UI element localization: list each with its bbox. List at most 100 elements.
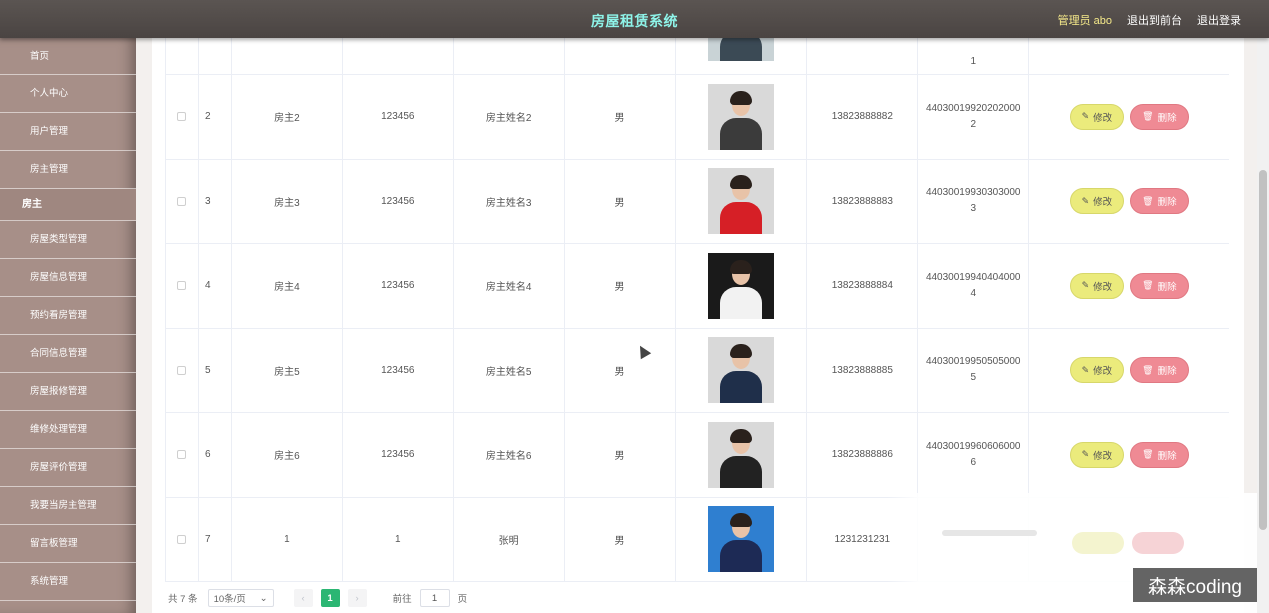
- pagination: 共 7 条 10条/页 ⌄ ‹ 1 › 前往 1 页: [168, 589, 467, 607]
- row-index: 3: [199, 159, 232, 243]
- sidebar-item-viewings[interactable]: 预约看房管理: [0, 297, 136, 335]
- delete-button[interactable]: 🗑 删除: [1130, 272, 1189, 299]
- sidebar-item-contracts[interactable]: 合同信息管理: [0, 335, 136, 373]
- row-checkbox[interactable]: [177, 365, 187, 375]
- cell-name: 房主姓名3: [454, 159, 565, 243]
- edit-button[interactable]: ✎ 修改: [1069, 103, 1125, 130]
- cell-actions: ✎ 修改 🗑 删除: [1029, 244, 1229, 328]
- row-index: 2: [199, 75, 232, 159]
- delete-label: 删除: [1157, 450, 1177, 462]
- chevron-down-icon: ⌄: [259, 592, 268, 604]
- cell-password: 123456: [343, 413, 454, 497]
- delete-label: 删除: [1157, 112, 1177, 124]
- sidebar-item-home[interactable]: 首页: [0, 38, 136, 75]
- front-link[interactable]: 退出到前台: [1127, 12, 1182, 28]
- sidebar-item-repair-reports[interactable]: 房屋报修管理: [0, 373, 136, 411]
- cell-sex: 男: [565, 244, 676, 328]
- edit-button[interactable]: ✎ 修改: [1069, 357, 1125, 384]
- cell-name: 房主姓名2: [454, 75, 565, 159]
- edit-label: 修改: [1093, 197, 1113, 209]
- cell-idcard: 440300199303030003: [918, 159, 1030, 243]
- sidebar-group-landlord[interactable]: 房主: [0, 189, 136, 221]
- row-checkbox[interactable]: [177, 112, 187, 122]
- page-number-button[interactable]: 1: [320, 589, 340, 607]
- row-check-cell: [166, 159, 199, 243]
- row-checkbox[interactable]: [177, 534, 187, 544]
- cell-phone: 13823888884: [807, 244, 919, 328]
- goto-label: 前往: [392, 594, 412, 605]
- delete-button[interactable]: 🗑 删除: [1130, 188, 1189, 215]
- cell-sex: 男: [565, 413, 676, 497]
- avatar-photo: [707, 337, 774, 404]
- table-row: 4 房主4 123456 房主姓名4 男 13823888884 4403001994040…: [166, 244, 1229, 329]
- cell-account: 房主4: [232, 244, 343, 328]
- edit-button[interactable]: ✎ 修改: [1069, 441, 1125, 468]
- row-index: 6: [199, 413, 232, 497]
- sidebar-item-landlords[interactable]: 房主管理: [0, 151, 136, 189]
- cell-actions: ✎ 修改 🗑 删除: [1029, 160, 1229, 244]
- scrollbar-thumb[interactable]: [1259, 170, 1267, 530]
- edit-button[interactable]: ✎ 修改: [1069, 272, 1125, 299]
- edit-button[interactable]: ✎ 修改: [1069, 188, 1125, 215]
- avatar-photo: [707, 83, 774, 150]
- cell-sex: 男: [565, 75, 676, 159]
- sidebar-item-message-board[interactable]: 留言板管理: [0, 525, 136, 563]
- sidebar-item-system[interactable]: 系统管理: [0, 563, 136, 601]
- sidebar: 首页 个人中心 用户管理 房主管理 房主 房屋类型管理 房屋信息管理 预约看房管…: [0, 38, 136, 613]
- sidebar-item-users[interactable]: 用户管理: [0, 113, 136, 151]
- goto-page-input[interactable]: 1: [419, 589, 450, 607]
- blurred-text: [942, 530, 1037, 536]
- cell-photo: [676, 159, 808, 243]
- trash-icon: 🗑: [1142, 449, 1154, 460]
- row-check-cell: [166, 413, 199, 497]
- cell-name: 张明: [454, 497, 565, 581]
- trash-icon: 🗑: [1142, 364, 1154, 375]
- cell-sex: 男: [565, 497, 676, 581]
- delete-button[interactable]: 🗑 删除: [1130, 357, 1189, 384]
- sidebar-item-repair-handling[interactable]: 维修处理管理: [0, 411, 136, 449]
- row-index: 7: [199, 497, 232, 581]
- page-suffix: 页: [457, 594, 468, 605]
- cell-name: 房主姓名4: [454, 244, 565, 328]
- row-checkbox[interactable]: [177, 281, 187, 291]
- row-index: 5: [199, 328, 232, 412]
- delete-button[interactable]: 🗑 删除: [1130, 441, 1189, 468]
- delete-button[interactable]: 🗑 删除: [1130, 103, 1189, 130]
- cell-actions: ✎ 修改 🗑 删除: [1029, 413, 1229, 497]
- page-size-select[interactable]: 10条/页 ⌄: [207, 589, 274, 607]
- row-checkbox[interactable]: [177, 450, 187, 460]
- cell-idcard: 440300199202020002: [918, 75, 1030, 159]
- table-row: 6 房主6 123456 房主姓名6 男 13823888886 4403001996060…: [166, 413, 1229, 498]
- logout-link[interactable]: 退出登录: [1197, 12, 1241, 28]
- cell-password: 123456: [343, 244, 454, 328]
- cell-idcard: 440300199404040004: [918, 244, 1030, 328]
- cell-sex: 男: [565, 159, 676, 243]
- scrollbar[interactable]: [1257, 38, 1269, 613]
- row-check-cell: [166, 328, 199, 412]
- total-count: 共 7 条: [168, 594, 198, 605]
- sidebar-item-profile[interactable]: 个人中心: [0, 75, 136, 113]
- cell-actions: ✎ 修改 🗑 删除: [1029, 75, 1229, 159]
- edit-icon: ✎: [1081, 364, 1090, 375]
- edit-icon: ✎: [1081, 111, 1090, 122]
- sidebar-item-reviews[interactable]: 房屋评价管理: [0, 449, 136, 487]
- cell-photo: [676, 497, 808, 581]
- cell-account: 房主2: [232, 75, 343, 159]
- sidebar-item-house-info[interactable]: 房屋信息管理: [0, 259, 136, 297]
- sidebar-item-house-types[interactable]: 房屋类型管理: [0, 221, 136, 259]
- row-check-cell: [166, 244, 199, 328]
- edit-label: 修改: [1093, 112, 1113, 124]
- cell-password: 123456: [343, 328, 454, 412]
- avatar-photo: [707, 252, 774, 319]
- sidebar-item-become-landlord[interactable]: 我要当房主管理: [0, 487, 136, 525]
- cell-phone: 13823888883: [807, 159, 919, 243]
- avatar-photo: [707, 421, 774, 488]
- row-checkbox[interactable]: [177, 196, 187, 206]
- prev-page-button[interactable]: ‹: [293, 589, 313, 607]
- admin-label: 管理员 abo: [1057, 15, 1112, 27]
- next-page-button[interactable]: ›: [347, 589, 367, 607]
- row-check-cell: [166, 497, 199, 581]
- delete-label: 删除: [1157, 197, 1177, 209]
- cell-name: 房主姓名5: [454, 328, 565, 412]
- cell-idcard: 440300199505050005: [918, 328, 1030, 412]
